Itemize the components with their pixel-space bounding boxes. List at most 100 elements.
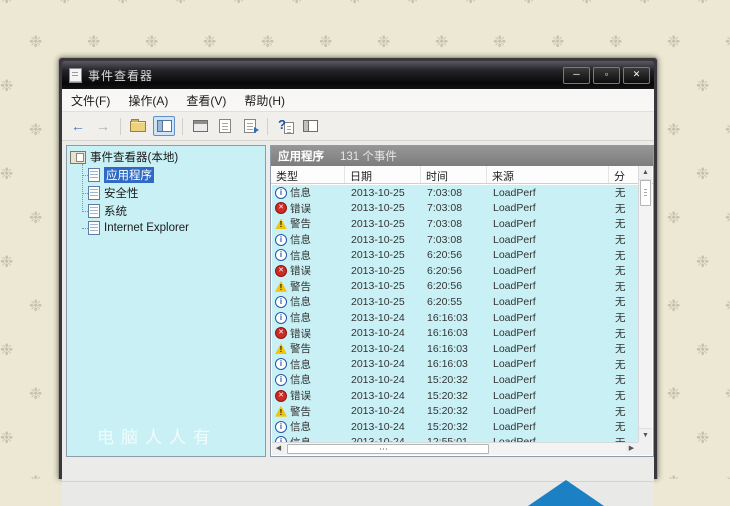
type-label: 信息 <box>290 310 311 325</box>
pattern-motif-icon: ❉ <box>348 0 361 8</box>
source-cell: LoadPerf <box>488 343 610 355</box>
pattern-motif-icon: ❉ <box>725 120 730 140</box>
pattern-motif-icon: ❉ <box>696 428 709 448</box>
type-cell: i信息 <box>272 357 346 372</box>
table-row[interactable]: i信息2013-10-256:20:56LoadPerf无 <box>272 247 638 263</box>
info-icon: i <box>275 312 287 324</box>
type-label: 警告 <box>290 341 311 356</box>
close-button[interactable]: ✕ <box>623 67 650 84</box>
title-bar[interactable]: 事件查看器 ─ ▫ ✕ <box>62 61 654 89</box>
pattern-motif-icon: ❉ <box>0 428 13 448</box>
page-icon[interactable] <box>215 117 235 135</box>
pattern-motif-icon: ❉ <box>638 0 651 8</box>
category-cell: 无 <box>610 185 638 200</box>
table-row[interactable]: i信息2013-10-2416:16:03LoadPerf无 <box>272 357 638 373</box>
help-icon[interactable]: ? <box>275 117 295 135</box>
type-label: 警告 <box>290 279 311 294</box>
source-cell: LoadPerf <box>488 265 610 277</box>
table-row[interactable]: i信息2013-10-2416:16:03LoadPerf无 <box>272 310 638 326</box>
page-glyph <box>244 119 256 133</box>
type-cell: ✕错误 <box>272 388 346 403</box>
time-cell: 16:16:03 <box>422 312 488 324</box>
show-hide-tree-icon[interactable] <box>153 116 175 136</box>
back-icon[interactable] <box>68 117 88 135</box>
scroll-up-icon[interactable]: ▲ <box>639 166 652 180</box>
date-cell: 2013-10-24 <box>346 312 422 324</box>
type-label: 信息 <box>290 357 311 372</box>
vertical-scrollbar[interactable]: ▲ ▼ <box>638 166 652 442</box>
table-row[interactable]: ✕错误2013-10-2415:20:32LoadPerf无 <box>272 388 638 404</box>
type-cell: i信息 <box>272 294 346 309</box>
table-header-row: 类型日期时间来源分 <box>271 166 653 184</box>
scroll-left-icon[interactable]: ◀ <box>272 443 285 455</box>
column-header-0[interactable]: 类型 <box>271 166 345 183</box>
properties-icon[interactable] <box>190 117 210 135</box>
export-list-icon[interactable] <box>240 117 260 135</box>
table-row[interactable]: !警告2013-10-257:03:08LoadPerf无 <box>272 216 638 232</box>
type-cell: !警告 <box>272 341 346 356</box>
menu-item-3[interactable]: 帮助(H) <box>235 92 294 109</box>
sidebar-item-2[interactable]: 系统 <box>79 202 265 220</box>
column-header-3[interactable]: 来源 <box>487 166 609 183</box>
window-panes-icon[interactable] <box>300 117 320 135</box>
menu-item-2[interactable]: 查看(V) <box>177 92 235 109</box>
minimize-button[interactable]: ─ <box>563 67 590 84</box>
type-label: 信息 <box>290 294 311 309</box>
scroll-down-icon[interactable]: ▼ <box>639 428 652 442</box>
pattern-motif-icon: ❉ <box>29 120 42 140</box>
category-cell: 无 <box>610 341 638 356</box>
category-cell: 无 <box>610 388 638 403</box>
source-cell: LoadPerf <box>488 358 610 370</box>
forward-icon[interactable] <box>93 117 113 135</box>
vertical-scroll-thumb[interactable] <box>640 180 651 206</box>
table-row[interactable]: i信息2013-10-2415:20:32LoadPerf无 <box>272 419 638 435</box>
table-row[interactable]: i信息2013-10-257:03:08LoadPerf无 <box>272 232 638 248</box>
time-cell: 7:03:08 <box>422 202 488 214</box>
menu-item-1[interactable]: 操作(A) <box>119 92 177 109</box>
pattern-motif-icon: ❉ <box>725 208 730 228</box>
table-row[interactable]: ✕错误2013-10-256:20:56LoadPerf无 <box>272 263 638 279</box>
table-row[interactable]: ✕错误2013-10-2416:16:03LoadPerf无 <box>272 325 638 341</box>
warning-icon: ! <box>275 343 287 354</box>
up-one-level-icon[interactable] <box>128 117 148 135</box>
table-row[interactable]: i信息2013-10-257:03:08LoadPerf无 <box>272 185 638 201</box>
date-cell: 2013-10-25 <box>346 280 422 292</box>
sidebar-item-0[interactable]: 应用程序 <box>79 166 265 184</box>
category-cell: 无 <box>610 326 638 341</box>
pattern-motif-icon: ❉ <box>377 32 390 52</box>
date-cell: 2013-10-25 <box>346 202 422 214</box>
sidebar-item-3[interactable]: Internet Explorer <box>79 220 265 236</box>
source-cell: LoadPerf <box>488 312 610 324</box>
table-row[interactable]: i信息2013-10-2412:55:01LoadPerf无 <box>272 435 638 443</box>
column-header-4[interactable]: 分 <box>609 166 637 183</box>
question-mark: ? <box>278 117 286 132</box>
horizontal-scrollbar[interactable]: ◀ ▶ <box>272 442 638 455</box>
table-row[interactable]: ✕错误2013-10-257:03:08LoadPerf无 <box>272 201 638 217</box>
table-row[interactable]: !警告2013-10-2416:16:03LoadPerf无 <box>272 341 638 357</box>
horizontal-scroll-thumb[interactable] <box>287 444 489 454</box>
results-caption-bar: 应用程序 131 个事件 <box>271 146 653 166</box>
column-header-1[interactable]: 日期 <box>345 166 421 183</box>
table-row[interactable]: !警告2013-10-256:20:56LoadPerf无 <box>272 279 638 295</box>
pattern-motif-icon: ❉ <box>609 32 622 52</box>
scroll-right-icon[interactable]: ▶ <box>625 443 638 455</box>
pattern-motif-icon: ❉ <box>725 472 730 479</box>
pattern-motif-icon: ❉ <box>29 384 42 404</box>
sidebar-item-1[interactable]: 安全性 <box>79 184 265 202</box>
table-row[interactable]: !警告2013-10-2415:20:32LoadPerf无 <box>272 403 638 419</box>
category-cell: 无 <box>610 435 638 442</box>
maximize-button[interactable]: ▫ <box>593 67 620 84</box>
pattern-motif-icon: ❉ <box>696 340 709 360</box>
source-cell: LoadPerf <box>488 405 610 417</box>
time-cell: 15:20:32 <box>422 390 488 402</box>
column-header-2[interactable]: 时间 <box>421 166 487 183</box>
table-row[interactable]: i信息2013-10-2415:20:32LoadPerf无 <box>272 372 638 388</box>
pattern-motif-icon: ❉ <box>0 164 13 184</box>
table-row[interactable]: i信息2013-10-256:20:55LoadPerf无 <box>272 294 638 310</box>
pane-glyph <box>157 120 172 132</box>
pane-glyph <box>303 120 318 132</box>
tree-root-event-viewer[interactable]: 事件查看器(本地) <box>67 146 265 166</box>
menu-item-0[interactable]: 文件(F) <box>62 92 119 109</box>
pattern-motif-icon: ❉ <box>58 0 71 8</box>
pattern-motif-icon: ❉ <box>667 384 680 404</box>
